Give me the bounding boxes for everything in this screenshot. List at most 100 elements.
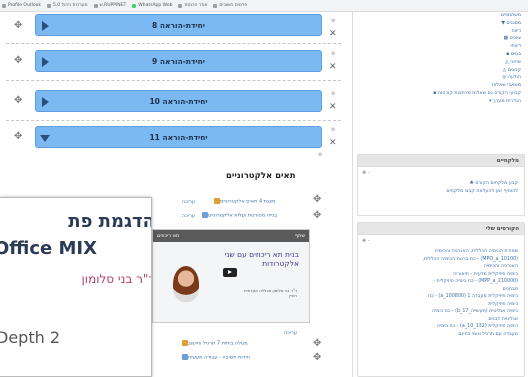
- course-link[interactable]: (MPO_a_10100) - כח ברנות הכימיה הכללית,: [364, 256, 518, 264]
- edit-link[interactable]: עריכה: [182, 199, 195, 205]
- presenter-photo: [173, 266, 199, 302]
- unit-header-8[interactable]: יחידת-הוראה 8: [35, 14, 322, 36]
- course-link[interactable]: כימיה פיזיקלית מעבדה 1 (100800_a) - כח: [364, 293, 518, 301]
- unit-header-10[interactable]: יחידת-הוראה 10: [35, 90, 322, 112]
- tree-item[interactable]: הודעה ◎: [353, 74, 521, 82]
- course-link[interactable]: מבחנים: [364, 286, 518, 294]
- move-icon[interactable]: ✥: [14, 56, 22, 66]
- bookmark-item[interactable]: מערכות ניהול 5.0: [46, 3, 88, 8]
- divider: [6, 80, 341, 81]
- unit-title: יחידת-הוראה 8: [152, 20, 205, 30]
- tree-item[interactable]: הגדרות מערך ▾: [353, 98, 521, 106]
- expand-arrow-icon[interactable]: [42, 21, 49, 31]
- settings-icon[interactable]: ⚙: [331, 91, 335, 97]
- tree-item[interactable]: דיווח: [353, 28, 521, 36]
- course-link[interactable]: מעבדה עם תרגיל ונומי בחינם: [364, 331, 518, 339]
- bookmark-item[interactable]: Profile Outlook: [2, 3, 41, 8]
- unit-title: יחידת-הוראה 9: [152, 56, 205, 66]
- activity-link[interactable]: מצגת 4 תאים אלקטרוניים: [212, 198, 275, 205]
- activity-link[interactable]: מטלה ביתית 7 תרגיל וחישוב: [180, 340, 248, 347]
- move-icon[interactable]: ✥: [14, 132, 22, 142]
- page-icon: [178, 3, 183, 8]
- course-link[interactable]: כימיה פיזיקלית (132_a_10) - כח כימיה: [364, 323, 518, 331]
- activity-link[interactable]: בנייה מפורטת ועלות אלקטרוניים: [200, 212, 277, 219]
- collapse-arrow-icon[interactable]: [40, 135, 50, 142]
- slide-subtitle: Office MIX: [0, 238, 98, 259]
- move-icon[interactable]: ✥: [313, 339, 321, 349]
- tree-item[interactable]: קבצים ◬: [353, 67, 522, 75]
- my-courses-block: הקורסים שלי ✥ - שמירת הכימיה הכללית, האנ…: [357, 222, 525, 377]
- expand-arrow-icon[interactable]: [42, 97, 49, 107]
- edit-link[interactable]: עריכה: [182, 213, 195, 219]
- tree-item[interactable]: דיווחי: [353, 43, 521, 51]
- move-icon[interactable]: ✥: [14, 21, 22, 31]
- block-content: קבע מלקחים הקורס ♣ להוסיף זמן להעלאת קבצ…: [358, 167, 524, 198]
- course-link[interactable]: האנרגיה והכימיה: [364, 263, 518, 271]
- block-title: הקורסים שלי: [358, 223, 524, 235]
- share-link[interactable]: שתף: [295, 233, 305, 239]
- edit-link[interactable]: עריכה: [284, 330, 297, 336]
- page-icon: [2, 3, 6, 8]
- tree-item[interactable]: בטים ▪: [353, 51, 521, 59]
- block-link[interactable]: להוסיף זמן להעלאת קבצי מלקחים: [364, 188, 518, 196]
- bookmark-item[interactable]: פרטים חשובים: [213, 3, 247, 8]
- move-icon[interactable]: ✥: [313, 195, 321, 205]
- play-button-icon[interactable]: [223, 268, 237, 277]
- course-link[interactable]: כימיה פיזיקלית מדעית - תיאוריה: [364, 271, 518, 279]
- navigation-tree: משתתפים מסננים ▼ דיווח ציונים ▦ דיווחי ב…: [353, 12, 528, 106]
- block-content: שמירת הכימיה הכללית, האנרגיה והכימיה (MP…: [358, 235, 524, 341]
- slide-footer: Depth 2: [0, 328, 60, 347]
- expand-arrow-icon[interactable]: [42, 57, 49, 67]
- unit-title: יחידת-הוראה 10: [149, 96, 208, 106]
- video-title: בנית תא ריכוזים עם שני אלקטרודות: [224, 250, 299, 268]
- move-icon[interactable]: ✥: [313, 211, 321, 221]
- course-link[interactable]: כימיה פיזיקלית: [364, 301, 518, 309]
- move-icon[interactable]: ✥: [14, 96, 22, 106]
- right-sidebar: משתתפים מסננים ▼ דיווח ציונים ▦ דיווחי ב…: [352, 12, 528, 377]
- delete-icon[interactable]: ✕: [329, 103, 337, 112]
- page-icon: [46, 3, 51, 8]
- section-title: תאים אלקטרוניים: [226, 171, 296, 181]
- page-icon: [93, 3, 98, 8]
- unit-header-9[interactable]: יחידת-הוראה 9: [35, 50, 322, 72]
- slide-title: הדגמת פת: [68, 211, 152, 232]
- video-titlebar: שתף תא ריכוזים: [153, 230, 309, 242]
- block-tools[interactable]: ✥ -: [362, 170, 370, 176]
- search-block: מלקחיים ✥ - קבע מלקחים הקורס ♣ להוסיף זמ…: [357, 154, 525, 216]
- tree-item[interactable]: משתתפים: [353, 12, 521, 20]
- bookmark-item[interactable]: ש.RUPPINET: [93, 3, 126, 8]
- move-icon[interactable]: ✥: [313, 353, 321, 363]
- course-link[interactable]: אנליטית לבנים: [364, 316, 518, 324]
- bookmark-item[interactable]: אתר הכנסת: [178, 3, 207, 8]
- bookmark-item[interactable]: WhatsApp Web: [132, 3, 172, 8]
- divider: [6, 43, 341, 44]
- block-tools[interactable]: ✥ -: [362, 238, 370, 244]
- activity-link[interactable]: חידות חשיבה - עבודה מעשית: [180, 354, 250, 361]
- unit-header-11[interactable]: יחידת-הוראה 11: [35, 126, 322, 148]
- tree-item[interactable]: משאבי שאלות: [353, 82, 521, 90]
- tree-item[interactable]: מסננים ▼: [353, 20, 521, 28]
- settings-icon[interactable]: ⚙: [331, 51, 335, 57]
- video-credits: ד"ר בני סלומון מכללה אקדמית רופין: [244, 288, 297, 298]
- settings-icon[interactable]: ⚙: [331, 127, 335, 133]
- course-link[interactable]: שמירת הכימיה הכללית, האנרגיה והכימיה: [364, 248, 518, 256]
- tree-item[interactable]: שיחה ◬: [353, 59, 521, 67]
- delete-icon[interactable]: ✕: [329, 63, 337, 72]
- delete-icon[interactable]: ✕: [329, 30, 337, 39]
- unit-title: יחידת-הוראה 11: [149, 132, 208, 142]
- tree-item[interactable]: קבועי הקורס גם שאלות מרחבות קורסות ▪: [353, 90, 521, 98]
- course-link[interactable]: כימיה אנליטית (תעשייה_b_17) - כח כימיה: [364, 308, 518, 316]
- delete-icon[interactable]: ✕: [329, 139, 337, 148]
- settings-icon[interactable]: ⚙: [318, 152, 322, 158]
- bookmarks-bar: Profile Outlook מערכות ניהול 5.0 ש.RUPPI…: [0, 0, 528, 12]
- video-bar-title: תא ריכוזים: [157, 233, 180, 239]
- video-embed[interactable]: שתף תא ריכוזים בנית תא ריכוזים עם שני אל…: [152, 229, 310, 323]
- presentation-slide-overlay: הדגמת פת Office MIX ד"ר בני סלומון Depth…: [0, 197, 152, 377]
- tree-item[interactable]: ציונים ▦: [353, 35, 521, 43]
- settings-icon[interactable]: ⚙: [331, 18, 335, 24]
- whatsapp-icon: [132, 3, 137, 8]
- page-icon: [213, 3, 218, 8]
- block-link[interactable]: קבע מלקחים הקורס ♣: [364, 180, 519, 188]
- divider: [6, 120, 341, 121]
- course-link[interactable]: (MPP_a_210000) - כח כימיה פיזיקלית -: [364, 278, 518, 286]
